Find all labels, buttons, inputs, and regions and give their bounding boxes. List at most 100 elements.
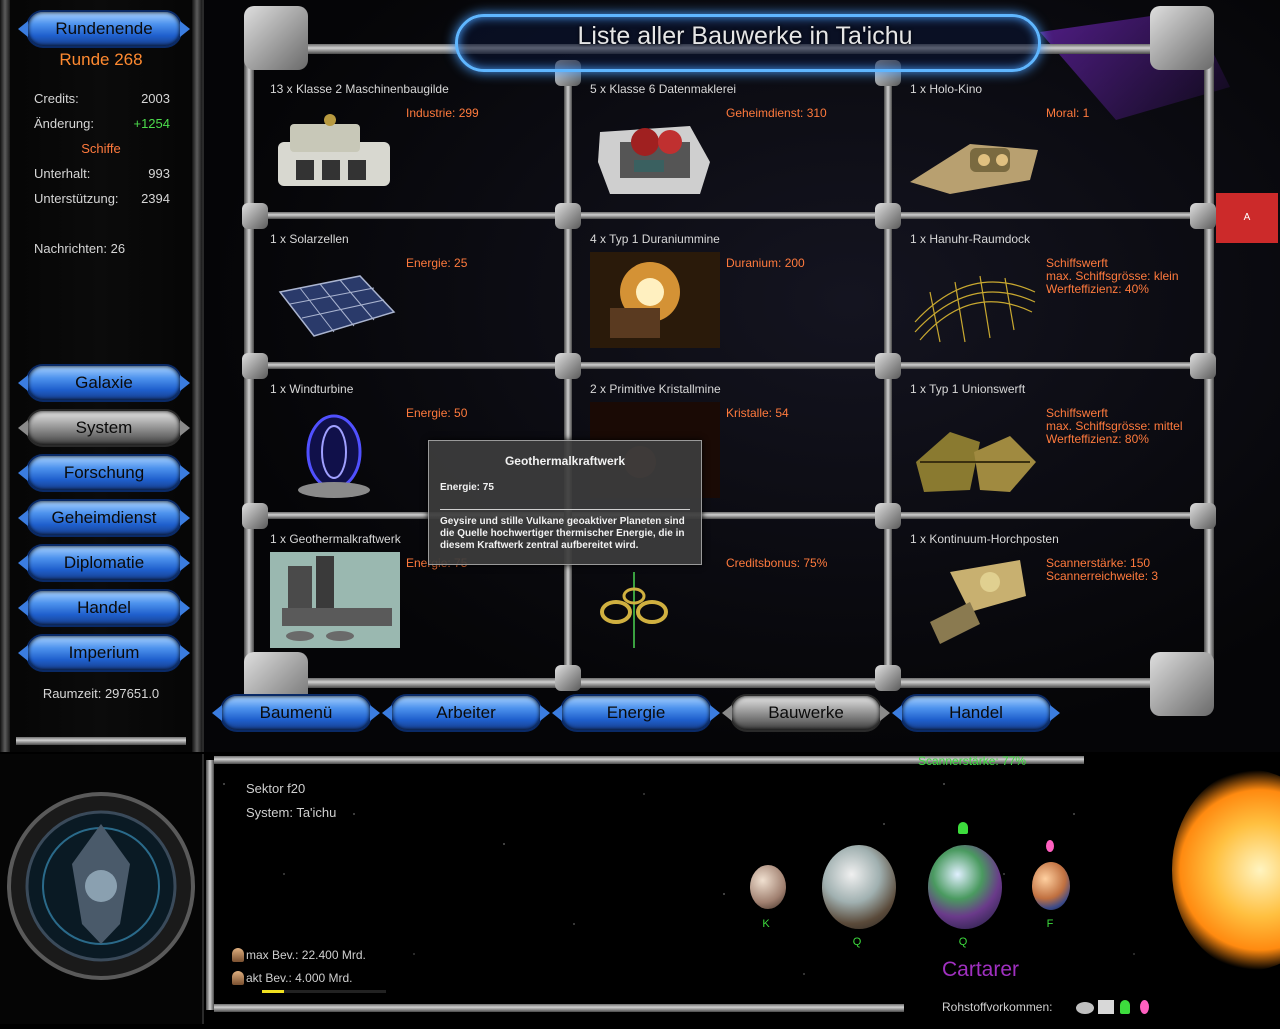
- building-name: 1 x Typ 1 Unionswerft: [910, 382, 1026, 396]
- planet-f-icon[interactable]: [1032, 862, 1070, 910]
- building-effect: Geheimdienst: 310: [726, 106, 827, 120]
- emblem-panel: [0, 754, 204, 1024]
- building-effect: Scannerstärke: 150 Scannerreichweite: 3: [1046, 556, 1159, 583]
- tooltip-description: Geysire und stille Vulkane geoaktiver Pl…: [440, 516, 685, 551]
- messages-count[interactable]: Nachrichten: 26: [34, 241, 125, 256]
- data-broker-icon: [590, 102, 720, 198]
- frame-node: [242, 503, 268, 529]
- current-population: akt Bev.: 4.000 Mrd.: [246, 971, 353, 985]
- geothermal-plant-icon: [270, 552, 400, 648]
- machine-guild-icon: [270, 102, 400, 198]
- tooltip-title: Geothermalkraftwerk: [504, 454, 626, 468]
- resource-deuterium-icon: [1120, 1000, 1130, 1014]
- building-name: 1 x Holo-Kino: [910, 82, 983, 96]
- change-label: Änderung:: [34, 116, 94, 131]
- max-population-icon: [232, 948, 244, 962]
- building-name: 1 x Windturbine: [270, 382, 354, 396]
- menu-research-button[interactable]: Forschung: [18, 454, 190, 492]
- sidebar-rail-right: [192, 0, 202, 752]
- planet-class: Q: [958, 936, 968, 948]
- building-card[interactable]: 13 x Klasse 2 Maschinenbaugilde Industri…: [270, 82, 570, 222]
- menu-system-button[interactable]: System: [18, 409, 190, 447]
- menu-trade-button[interactable]: Handel: [18, 589, 190, 627]
- tooltip-effect: Energie: 75: [440, 482, 494, 493]
- resource-crystal-icon: [1140, 1000, 1149, 1014]
- planet-q-icon[interactable]: [928, 845, 1002, 929]
- frame-corner-tr: [1150, 6, 1214, 70]
- wind-turbine-icon: [270, 402, 400, 498]
- round-counter: Runde 268: [59, 50, 143, 69]
- building-effect: Schiffswerft max. Schiffsgrösse: klein W…: [1046, 256, 1179, 296]
- empire-emblem-icon: [7, 792, 195, 980]
- planet-k-icon[interactable]: [750, 865, 786, 909]
- page-title: Liste aller Bauwerke in Ta'ichu: [577, 22, 913, 50]
- side-tab[interactable]: A: [1216, 193, 1278, 243]
- nav-buildings-button[interactable]: Bauwerke: [722, 694, 890, 732]
- building-effect: Industrie: 299: [406, 106, 479, 120]
- frame-node: [242, 203, 268, 229]
- building-name: 4 x Typ 1 Duraniummine: [590, 232, 720, 246]
- planet-q-icon[interactable]: [822, 845, 896, 929]
- planet-class: F: [1046, 918, 1054, 930]
- building-card[interactable]: 1 x Kontinuum-Horchposten Scannerstärke:…: [910, 532, 1210, 672]
- resource-duranium-icon: [1098, 1000, 1114, 1014]
- credits-value: 2003: [141, 91, 170, 106]
- building-effect: Energie: 50: [406, 406, 468, 420]
- continuum-post-icon: [910, 552, 1040, 648]
- building-card[interactable]: 1 x Hanuhr-Raumdock Schiffswerft max. Sc…: [910, 232, 1210, 372]
- sidebar-rail-left: [0, 0, 10, 752]
- building-name: 13 x Klasse 2 Maschinenbaugilde: [270, 82, 449, 96]
- crystal-marker-icon: [1046, 840, 1054, 852]
- building-card[interactable]: 5 x Klasse 6 Datenmaklerei Geheimdienst:…: [590, 82, 890, 222]
- holo-cinema-icon: [910, 102, 1040, 198]
- building-effect: Energie: 25: [406, 256, 468, 270]
- support-value: 2394: [141, 191, 170, 206]
- building-name: 5 x Klasse 6 Datenmaklerei: [590, 82, 737, 96]
- current-population-icon: [232, 971, 244, 985]
- ships-heading: Schiffe: [81, 141, 121, 156]
- frame-bottom-bar: [262, 678, 1202, 688]
- union-shipyard-icon: [910, 402, 1040, 498]
- building-tooltip: Geothermalkraftwerk Energie: 75 Geysire …: [428, 440, 702, 565]
- system-view: [204, 754, 1280, 1024]
- building-name: 2 x Primitive Kristallmine: [590, 382, 721, 396]
- menu-empire-button[interactable]: Imperium: [18, 634, 190, 672]
- building-card[interactable]: 1 x Solarzellen Energie: 25: [270, 232, 570, 372]
- credits-label: Credits:: [34, 91, 79, 106]
- population-marker-icon: [958, 822, 968, 834]
- population-bar-fill: [262, 990, 285, 993]
- building-card[interactable]: 1 x Holo-Kino Moral: 1: [910, 82, 1210, 222]
- nav-build-menu-button[interactable]: Baumenü: [212, 694, 380, 732]
- end-turn-button[interactable]: Rundenende: [18, 10, 190, 48]
- nav-energy-button[interactable]: Energie: [552, 694, 720, 732]
- resource-ore-icon: [1076, 1002, 1094, 1014]
- nav-trade-button[interactable]: Handel: [892, 694, 1060, 732]
- building-name: 1 x Geothermalkraftwerk: [270, 532, 401, 546]
- building-effect: Duranium: 200: [726, 256, 805, 270]
- tooltip-divider: [440, 509, 690, 510]
- system-left-bar: [206, 760, 214, 1010]
- menu-intelligence-button[interactable]: Geheimdienst: [18, 499, 190, 537]
- building-card[interactable]: 1 x Typ 1 Unionswerft Schiffswerft max. …: [910, 382, 1210, 522]
- race-name: Cartarer: [942, 958, 1020, 981]
- credits-building-icon: [590, 552, 720, 648]
- building-name: 1 x Solarzellen: [270, 232, 349, 246]
- support-label: Unterstützung:: [34, 191, 119, 206]
- building-effect: Schiffswerft max. Schiffsgrösse: mittel …: [1046, 406, 1183, 446]
- building-effect: Moral: 1: [1046, 106, 1090, 120]
- building-card[interactable]: 4 x Typ 1 Duraniummine Duranium: 200: [590, 232, 890, 372]
- spacetime-readout: Raumzeit: 297651.0: [42, 686, 160, 701]
- sidebar: Rundenende Runde 268 Credits: 2003 Änder…: [0, 0, 204, 752]
- building-effect: Kristalle: 54: [726, 406, 789, 420]
- menu-galaxy-button[interactable]: Galaxie: [18, 364, 190, 402]
- space-dock-icon: [910, 252, 1040, 348]
- scanner-strength: Scannerstärke: 77%: [918, 754, 1027, 768]
- nav-workers-button[interactable]: Arbeiter: [382, 694, 550, 732]
- building-effect: Creditsbonus: 75%: [726, 556, 828, 570]
- sidebar-bottom-bar: [16, 737, 186, 745]
- frame-node: [242, 353, 268, 379]
- upkeep-label: Unterhalt:: [34, 166, 91, 181]
- building-name: 1 x Hanuhr-Raumdock: [910, 232, 1031, 246]
- menu-diplomacy-button[interactable]: Diplomatie: [18, 544, 190, 582]
- system-name: System: Ta'ichu: [246, 805, 337, 820]
